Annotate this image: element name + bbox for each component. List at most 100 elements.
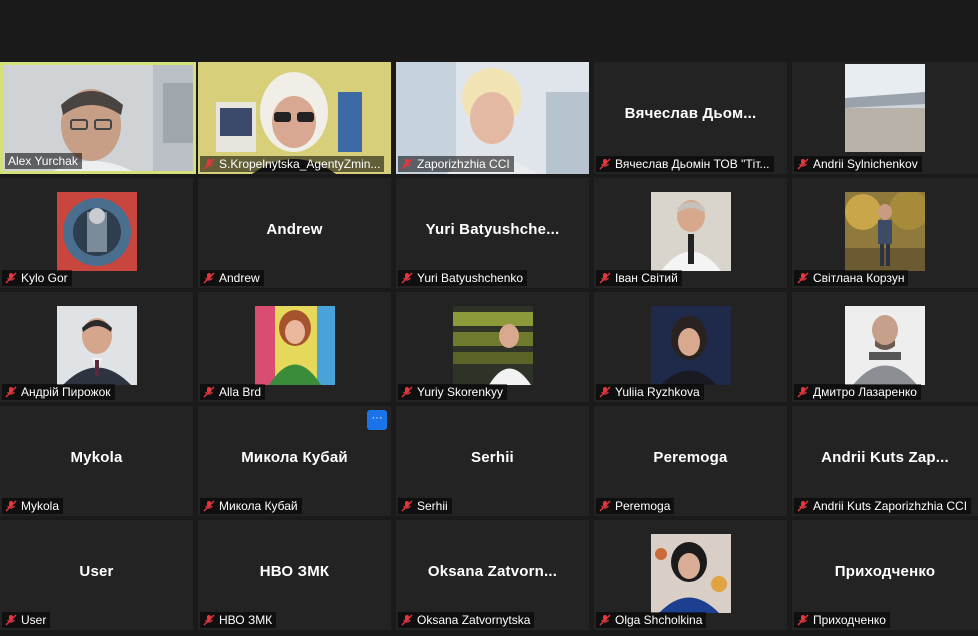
participant-tile-dmytro-lazarenko[interactable]: Дмитро Лазаренко — [792, 292, 978, 402]
muted-mic-icon — [203, 500, 215, 512]
participant-tile-user[interactable]: User User — [0, 520, 193, 630]
muted-mic-icon — [401, 386, 413, 398]
muted-mic-icon — [401, 614, 413, 626]
participant-name-label: Микола Кубай — [200, 498, 302, 514]
participant-name: S.Kropelnytska_AgentyZmin... — [219, 157, 381, 171]
participant-tile-prykhodchenko[interactable]: Приходченко Приходченко — [792, 520, 978, 630]
participant-name: Kylo Gor — [21, 271, 68, 285]
participant-tile-alex-yurchak[interactable]: Alex Yurchak — [0, 62, 196, 174]
participant-name: User — [21, 613, 47, 627]
participant-avatar — [56, 192, 137, 271]
participant-name-label: Kylo Gor — [2, 270, 72, 286]
participant-avatar — [845, 64, 925, 152]
participant-display-name: Вячеслав Дьом... — [624, 105, 757, 122]
participant-tile-ivan-svitiy[interactable]: Іван Світий — [594, 178, 787, 288]
participant-avatar — [845, 306, 925, 385]
participant-name-label: Oksana Zatvornytska — [398, 612, 535, 628]
participant-tile-mykola-kubai[interactable]: ··· Микола Кубай Микола Кубай — [198, 406, 391, 516]
participant-name: Yuriy Skorenkyy — [417, 385, 504, 399]
participant-name-label: Zaporizhzhia CCI — [398, 156, 514, 172]
participant-display-name: Andrew — [266, 221, 323, 238]
participant-avatar — [56, 306, 137, 385]
participant-name: Alex Yurchak — [8, 154, 78, 168]
participant-name-label: Приходченко — [794, 612, 890, 628]
participant-name-label: Alex Yurchak — [5, 153, 82, 169]
muted-mic-icon — [599, 272, 611, 284]
participant-tile-peremoga[interactable]: Peremoga Peremoga — [594, 406, 787, 516]
participant-name-label: Андрій Пирожок — [2, 384, 115, 400]
participant-name-label: Вячеслав Дьомін ТОВ "Тіт... — [596, 156, 774, 172]
participant-tile-s-kropelnytska[interactable]: S.Kropelnytska_AgentyZmin... — [198, 62, 391, 174]
participant-name: Serhii — [417, 499, 448, 513]
participant-name: Andrii Sylnichenkov — [813, 157, 918, 171]
participant-avatar — [845, 192, 925, 271]
participant-name-label: Olga Shcholkina — [596, 612, 707, 628]
participant-tile-andriy-pyrozhok[interactable]: Андрій Пирожок — [0, 292, 193, 402]
participant-name-label: User — [2, 612, 51, 628]
participant-name-label: Andrii Sylnichenkov — [794, 156, 922, 172]
participant-display-name: Микола Кубай — [241, 449, 348, 466]
participant-name: Zaporizhzhia CCI — [417, 157, 510, 171]
participant-tile-yuriy-skorenkyy[interactable]: Yuriy Skorenkyy — [396, 292, 589, 402]
participant-name: Микола Кубай — [219, 499, 298, 513]
participant-tile-kylo-gor[interactable]: Kylo Gor — [0, 178, 193, 288]
participant-tile-mykola[interactable]: Mykola Mykola — [0, 406, 193, 516]
muted-mic-icon — [599, 158, 611, 170]
participant-name: Андрій Пирожок — [21, 385, 111, 399]
participant-avatar — [650, 192, 731, 271]
participant-name: Andrii Kuts Zaporizhzhia CCI — [813, 499, 968, 513]
participant-name: НВО ЗМК — [219, 613, 273, 627]
participant-name-label: Andrii Kuts Zaporizhzhia CCI — [794, 498, 972, 514]
participant-tile-vyacheslav-domin[interactable]: Вячеслав Дьом... Вячеслав Дьомін ТОВ "Ті… — [594, 62, 787, 174]
participant-display-name: Приходченко — [834, 563, 936, 580]
participant-tile-olga-shcholkina[interactable]: Olga Shcholkina — [594, 520, 787, 630]
participant-display-name: Andrii Kuts Zap... — [821, 449, 949, 466]
participant-tile-andrii-sylnichenkov[interactable]: Andrii Sylnichenkov — [792, 62, 978, 174]
muted-mic-icon — [5, 614, 17, 626]
more-options-button[interactable]: ··· — [367, 410, 387, 430]
muted-mic-icon — [599, 614, 611, 626]
muted-mic-icon — [203, 272, 215, 284]
participant-name-label: Yuri Batyushchenko — [398, 270, 528, 286]
participant-tile-andrew[interactable]: Andrew Andrew — [198, 178, 391, 288]
participant-name: Alla Brd — [219, 385, 262, 399]
muted-mic-icon — [401, 272, 413, 284]
participant-name-label: Peremoga — [596, 498, 675, 514]
participant-tile-nvo-zmk[interactable]: НВО ЗМК НВО ЗМК — [198, 520, 391, 630]
participant-display-name: Peremoga — [653, 449, 728, 466]
participant-name: Oksana Zatvornytska — [417, 613, 531, 627]
participant-display-name: Serhii — [471, 449, 514, 466]
participant-avatar — [452, 306, 533, 385]
participant-tile-alla-brd[interactable]: Alla Brd — [198, 292, 391, 402]
participant-display-name: User — [79, 563, 114, 580]
participant-name: Іван Світий — [615, 271, 678, 285]
participant-name-label: Andrew — [200, 270, 264, 286]
muted-mic-icon — [599, 386, 611, 398]
muted-mic-icon — [797, 272, 809, 284]
muted-mic-icon — [203, 386, 215, 398]
participant-gallery: Alex Yurchak S.Kropelnytska_AgentyZmin..… — [0, 62, 978, 634]
muted-mic-icon — [797, 614, 809, 626]
participant-name-label: Іван Світий — [596, 270, 682, 286]
muted-mic-icon — [797, 500, 809, 512]
participant-tile-andrii-kuts[interactable]: Andrii Kuts Zap... Andrii Kuts Zaporizhz… — [792, 406, 978, 516]
muted-mic-icon — [5, 386, 17, 398]
participant-tile-serhii[interactable]: Serhii Serhii — [396, 406, 589, 516]
participant-tile-yuri-batyushchenko[interactable]: Yuri Batyushche... Yuri Batyushchenko — [396, 178, 589, 288]
participant-name: Світлана Корзун — [813, 271, 905, 285]
participant-tile-svitlana-korzun[interactable]: Світлана Корзун — [792, 178, 978, 288]
participant-name: Дмитро Лазаренко — [813, 385, 917, 399]
participant-name-label: Дмитро Лазаренко — [794, 384, 921, 400]
participant-name-label: Yuliia Ryzhkova — [596, 384, 704, 400]
participant-tile-zaporizhzhia-cci[interactable]: Zaporizhzhia CCI — [396, 62, 589, 174]
participant-tile-yuliia-ryzhkova[interactable]: Yuliia Ryzhkova — [594, 292, 787, 402]
muted-mic-icon — [797, 158, 809, 170]
muted-mic-icon — [203, 614, 215, 626]
muted-mic-icon — [401, 158, 413, 170]
participant-name-label: НВО ЗМК — [200, 612, 277, 628]
participant-avatar — [650, 534, 731, 613]
participant-name-label: Світлана Корзун — [794, 270, 909, 286]
participant-display-name: Oksana Zatvorn... — [427, 563, 558, 580]
participant-tile-oksana-zatvornytska[interactable]: Oksana Zatvorn... Oksana Zatvornytska — [396, 520, 589, 630]
muted-mic-icon — [5, 500, 17, 512]
